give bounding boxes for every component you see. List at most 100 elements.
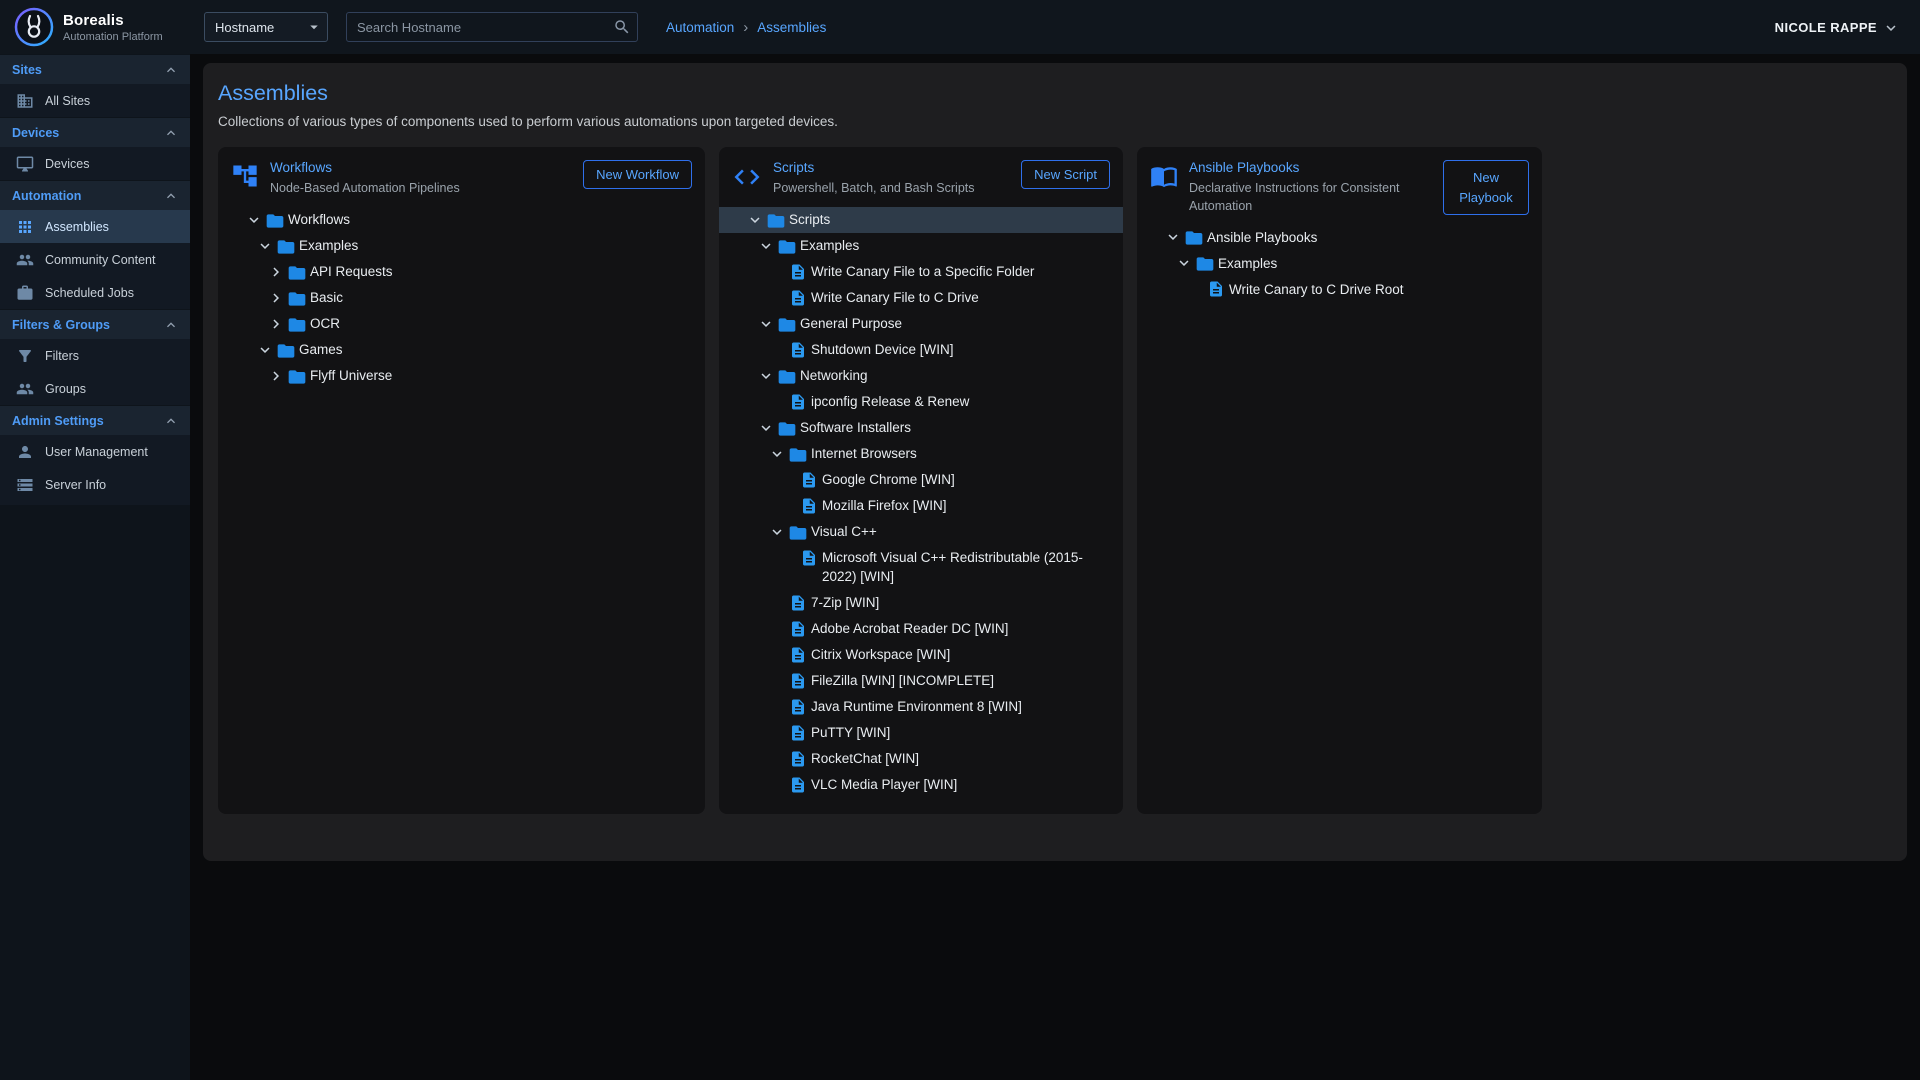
file-icon [787,750,809,768]
tree-file-rocketchat-win[interactable]: RocketChat [WIN] [719,746,1123,772]
new-workflow-button[interactable]: New Workflow [583,160,692,189]
user-management-icon [16,443,34,461]
tree-item-label: Write Canary File to C Drive [809,285,989,311]
tree-file-google-chrome-win[interactable]: Google Chrome [WIN] [719,467,1123,493]
tree-folder-scripts[interactable]: Scripts [719,207,1123,233]
sidebar-section-admin-settings[interactable]: Admin Settings [0,405,190,435]
breadcrumb-automation[interactable]: Automation [666,20,734,35]
sidebar-item-label: Assemblies [45,220,109,234]
folder-icon [1194,254,1216,274]
all-sites-icon [16,92,34,110]
tree-file-microsoft-visual-c-redistributable-2015-2022-win[interactable]: Microsoft Visual C++ Redistributable (20… [719,545,1123,590]
tree-folder-ansible-playbooks[interactable]: Ansible Playbooks [1137,224,1542,250]
folder-icon [286,263,308,283]
tree-folder-visual-c[interactable]: Visual C++ [719,519,1123,545]
sidebar: SitesAll SitesDevicesDevicesAutomationAs… [0,54,190,1080]
chevron-down-icon [244,211,264,229]
sidebar-section-label: Automation [12,189,81,203]
tree-folder-games[interactable]: Games [218,337,705,363]
brand-subtitle: Automation Platform [63,31,163,43]
sidebar-section-filters-groups[interactable]: Filters & Groups [0,309,190,339]
sidebar-section-sites[interactable]: Sites [0,54,190,84]
card-title: Ansible Playbooks [1189,160,1432,175]
tree-file-putty-win[interactable]: PuTTY [WIN] [719,720,1123,746]
sidebar-item-assemblies[interactable]: Assemblies [0,210,190,243]
tree-file-citrix-workspace-win[interactable]: Citrix Workspace [WIN] [719,642,1123,668]
tree-folder-basic[interactable]: Basic [218,285,705,311]
sidebar-item-filters[interactable]: Filters [0,339,190,372]
tree-item-label: Examples [1216,250,1287,276]
card-subtitle: Declarative Instructions for Consistent … [1189,180,1432,215]
sidebar-item-devices[interactable]: Devices [0,147,190,180]
tree-folder-examples[interactable]: Examples [1137,250,1542,276]
tree-folder-ocr[interactable]: OCR [218,311,705,337]
tree-file-mozilla-firefox-win[interactable]: Mozilla Firefox [WIN] [719,493,1123,519]
tree-file-vlc-media-player-win[interactable]: VLC Media Player [WIN] [719,772,1123,798]
tree-item-label: Flyff Universe [308,363,402,389]
tree-folder-internet-browsers[interactable]: Internet Browsers [719,441,1123,467]
body-row: SitesAll SitesDevicesDevicesAutomationAs… [0,54,1920,1080]
tree-file-write-canary-to-c-drive-root[interactable]: Write Canary to C Drive Root [1137,276,1542,302]
sidebar-item-label: Community Content [45,253,155,267]
sidebar-item-user-management[interactable]: User Management [0,435,190,468]
tree-item-label: RocketChat [WIN] [809,746,929,772]
tree-item-label: PuTTY [WIN] [809,720,900,746]
tree-folder-api-requests[interactable]: API Requests [218,259,705,285]
file-icon [787,646,809,664]
workflow-icon [231,162,259,190]
tree-file-adobe-acrobat-reader-dc-win[interactable]: Adobe Acrobat Reader DC [WIN] [719,616,1123,642]
file-icon [787,672,809,690]
workflows-tree: WorkflowsExamplesAPI RequestsBasicOCRGam… [218,207,705,389]
sidebar-section-devices[interactable]: Devices [0,117,190,147]
tree-item-label: Software Installers [798,415,921,441]
tree-folder-examples[interactable]: Examples [719,233,1123,259]
folder-icon [776,237,798,257]
tree-item-label: Examples [798,233,869,259]
brand-name: Borealis [63,12,163,29]
chevron-right-icon [266,315,286,333]
sidebar-item-all-sites[interactable]: All Sites [0,84,190,117]
tree-item-label: Java Runtime Environment 8 [WIN] [809,694,1032,720]
top-bar: Borealis Automation Platform Hostname Au… [0,0,1920,54]
tree-folder-networking[interactable]: Networking [719,363,1123,389]
chevron-down-icon [756,419,776,437]
search-hostname-input[interactable] [346,12,638,42]
chevron-up-icon [163,125,179,141]
sidebar-item-server-info[interactable]: Server Info [0,468,190,501]
sidebar-item-label: Filters [45,349,79,363]
new-playbook-button[interactable]: New Playbook [1443,160,1529,215]
tree-folder-examples[interactable]: Examples [218,233,705,259]
sidebar-section-label: Filters & Groups [12,318,110,332]
tree-file-java-runtime-environment-8-win[interactable]: Java Runtime Environment 8 [WIN] [719,694,1123,720]
tree-file-shutdown-device-win[interactable]: Shutdown Device [WIN] [719,337,1123,363]
chevron-down-icon [255,341,275,359]
card-subtitle: Powershell, Batch, and Bash Scripts [773,180,1010,198]
tree-folder-flyff-universe[interactable]: Flyff Universe [218,363,705,389]
server-info-icon [16,476,34,494]
sidebar-section-automation[interactable]: Automation [0,180,190,210]
hostname-select[interactable]: Hostname [204,12,328,42]
tree-file-write-canary-file-to-a-specific-folder[interactable]: Write Canary File to a Specific Folder [719,259,1123,285]
borealis-logo-icon [14,7,54,47]
folder-icon [787,445,809,465]
tree-file-ipconfig-release-renew[interactable]: ipconfig Release & Renew [719,389,1123,415]
tree-folder-software-installers[interactable]: Software Installers [719,415,1123,441]
tree-file-7-zip-win[interactable]: 7-Zip [WIN] [719,590,1123,616]
tree-folder-workflows[interactable]: Workflows [218,207,705,233]
file-icon [787,393,809,411]
sidebar-item-community-content[interactable]: Community Content [0,243,190,276]
sidebar-section-label: Admin Settings [12,414,104,428]
card-scripts: Scripts Powershell, Batch, and Bash Scrip… [719,147,1123,814]
tree-item-label: Write Canary File to a Specific Folder [809,259,1044,285]
user-menu[interactable]: NICOLE RAPPE [1775,18,1900,37]
tree-file-write-canary-file-to-c-drive[interactable]: Write Canary File to C Drive [719,285,1123,311]
sidebar-item-scheduled-jobs[interactable]: Scheduled Jobs [0,276,190,309]
tree-file-filezilla-win-incomplete[interactable]: FileZilla [WIN] [INCOMPLETE] [719,668,1123,694]
new-script-button[interactable]: New Script [1021,160,1110,189]
file-icon [787,289,809,307]
sidebar-item-groups[interactable]: Groups [0,372,190,405]
chevron-up-icon [163,317,179,333]
user-name: NICOLE RAPPE [1775,20,1877,35]
breadcrumb-assemblies[interactable]: Assemblies [757,20,826,35]
tree-folder-general-purpose[interactable]: General Purpose [719,311,1123,337]
